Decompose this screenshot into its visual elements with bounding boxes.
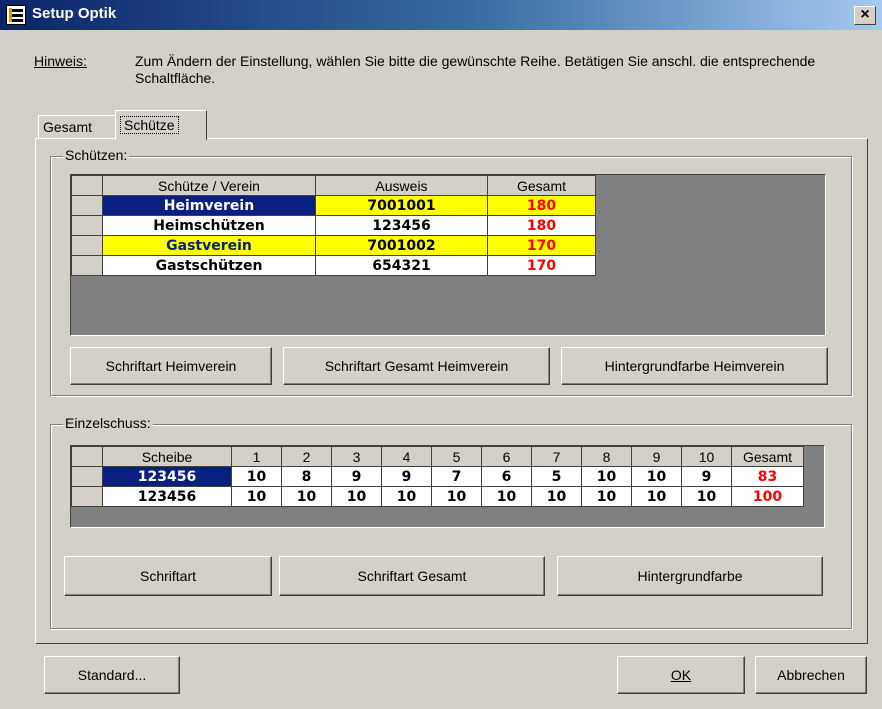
tab-panel: Schützen: Schütze / Verein Ausweis Gesam… <box>35 138 868 644</box>
cell-name[interactable]: Gastverein <box>102 235 316 256</box>
schuetzen-group: Schützen: Schütze / Verein Ausweis Gesam… <box>50 147 852 396</box>
table-row[interactable]: Heimverein 7001001 180 <box>71 195 596 216</box>
schuetzen-group-title: Schützen: <box>63 147 130 163</box>
cell-shot[interactable]: 10 <box>631 486 682 507</box>
close-button[interactable]: × <box>854 6 876 25</box>
column-header-6[interactable]: 6 <box>481 446 532 467</box>
column-header-10[interactable]: 10 <box>681 446 732 467</box>
window-title: Setup Optik <box>32 5 117 22</box>
column-header-3[interactable]: 3 <box>331 446 382 467</box>
cell-shot[interactable]: 10 <box>681 486 732 507</box>
tab-gesamt[interactable]: Gesamt <box>38 115 116 139</box>
schriftart-gesamt-button[interactable]: Schriftart Gesamt <box>279 556 545 596</box>
row-selector-header <box>71 446 103 467</box>
column-header-4[interactable]: 4 <box>381 446 432 467</box>
column-header-7[interactable]: 7 <box>531 446 582 467</box>
column-header-schuetze[interactable]: Schütze / Verein <box>102 175 316 196</box>
cell-name[interactable]: Gastschützen <box>102 255 316 276</box>
schuetzen-table: Schütze / Verein Ausweis Gesamt Heimvere… <box>71 175 596 276</box>
cell-shot[interactable]: 7 <box>431 466 482 487</box>
hint-text: Zum Ändern der Einstellung, wählen Sie b… <box>135 53 816 86</box>
cell-shot[interactable]: 10 <box>581 466 632 487</box>
column-header-9[interactable]: 9 <box>631 446 682 467</box>
column-header-8[interactable]: 8 <box>581 446 632 467</box>
cell-ausweis[interactable]: 123456 <box>315 215 488 236</box>
cell-scheibe[interactable]: 123456 <box>102 466 232 487</box>
setup-optik-dialog: Setup Optik × Hinweis: Zum Ändern der Ei… <box>0 0 882 709</box>
cell-ausweis[interactable]: 7001002 <box>315 235 488 256</box>
hint-label: Hinweis: <box>34 53 87 69</box>
cell-gesamt[interactable]: 170 <box>487 255 596 276</box>
einzelschuss-table: Scheibe 1 2 3 4 5 6 7 8 9 10 Gesamt 1234… <box>71 446 804 507</box>
tab-schuetze-label: Schütze <box>120 116 179 134</box>
cancel-label: Abbrechen <box>777 667 845 683</box>
cell-shot[interactable]: 10 <box>431 486 482 507</box>
table-row[interactable]: 123456 10 10 10 10 10 10 10 10 10 10 100 <box>71 486 804 507</box>
column-header-gesamt[interactable]: Gesamt <box>731 446 804 467</box>
cell-shot[interactable]: 10 <box>231 466 282 487</box>
cell-shot[interactable]: 9 <box>381 466 432 487</box>
row-selector[interactable] <box>71 486 103 507</box>
row-selector[interactable] <box>71 235 103 256</box>
tab-gesamt-label: Gesamt <box>43 119 93 135</box>
table-row[interactable]: 123456 10 8 9 9 7 6 5 10 10 9 83 <box>71 466 804 487</box>
cell-scheibe[interactable]: 123456 <box>102 486 232 507</box>
cancel-button[interactable]: Abbrechen <box>755 656 867 694</box>
row-selector[interactable] <box>71 255 103 276</box>
cell-gesamt[interactable]: 83 <box>731 466 804 487</box>
cell-shot[interactable]: 10 <box>331 486 382 507</box>
hintergrundfarbe-button[interactable]: Hintergrundfarbe <box>557 556 823 596</box>
cell-shot[interactable]: 9 <box>681 466 732 487</box>
tab-schuetze[interactable]: Schütze <box>115 110 207 140</box>
row-selector[interactable] <box>71 195 103 216</box>
cell-shot[interactable]: 10 <box>581 486 632 507</box>
cell-shot[interactable]: 8 <box>281 466 332 487</box>
cell-shot[interactable]: 10 <box>231 486 282 507</box>
cell-name[interactable]: Heimschützen <box>102 215 316 236</box>
cell-shot[interactable]: 10 <box>631 466 682 487</box>
cell-gesamt[interactable]: 170 <box>487 235 596 256</box>
hintergrundfarbe-heimverein-button[interactable]: Hintergrundfarbe Heimverein <box>561 347 828 385</box>
ok-button[interactable]: OK <box>617 656 745 694</box>
schriftart-heimverein-button[interactable]: Schriftart Heimverein <box>70 347 272 385</box>
einzelschuss-group-title: Einzelschuss: <box>63 415 153 431</box>
close-icon: × <box>860 6 870 23</box>
table-header-row: Schütze / Verein Ausweis Gesamt <box>71 175 596 196</box>
cell-name[interactable]: Heimverein <box>102 195 316 216</box>
cell-shot[interactable]: 10 <box>531 486 582 507</box>
standard-button[interactable]: Standard... <box>44 656 180 694</box>
column-header-ausweis[interactable]: Ausweis <box>315 175 488 196</box>
cell-shot[interactable]: 6 <box>481 466 532 487</box>
table-row[interactable]: Gastschützen 654321 170 <box>71 255 596 276</box>
cell-shot[interactable]: 9 <box>331 466 382 487</box>
row-selector[interactable] <box>71 466 103 487</box>
ok-label: OK <box>670 667 692 683</box>
column-header-gesamt[interactable]: Gesamt <box>487 175 596 196</box>
einzelschuss-group: Einzelschuss: Scheibe 1 2 3 4 5 6 7 8 9 <box>50 415 852 629</box>
cell-shot[interactable]: 10 <box>381 486 432 507</box>
cell-ausweis[interactable]: 654321 <box>315 255 488 276</box>
einzelschuss-grid[interactable]: Scheibe 1 2 3 4 5 6 7 8 9 10 Gesamt 1234… <box>70 445 825 528</box>
row-selector[interactable] <box>71 215 103 236</box>
column-header-2[interactable]: 2 <box>281 446 332 467</box>
cell-gesamt[interactable]: 100 <box>731 486 804 507</box>
table-header-row: Scheibe 1 2 3 4 5 6 7 8 9 10 Gesamt <box>71 446 804 467</box>
cell-ausweis[interactable]: 7001001 <box>315 195 488 216</box>
table-row[interactable]: Heimschützen 123456 180 <box>71 215 596 236</box>
column-header-1[interactable]: 1 <box>231 446 282 467</box>
app-icon <box>6 5 26 25</box>
schuetzen-grid[interactable]: Schütze / Verein Ausweis Gesamt Heimvere… <box>70 174 826 336</box>
row-selector-header <box>71 175 103 196</box>
title-bar[interactable]: Setup Optik × <box>0 0 882 30</box>
cell-gesamt[interactable]: 180 <box>487 215 596 236</box>
column-header-scheibe[interactable]: Scheibe <box>102 446 232 467</box>
table-row[interactable]: Gastverein 7001002 170 <box>71 235 596 256</box>
column-header-5[interactable]: 5 <box>431 446 482 467</box>
schriftart-gesamt-heimverein-button[interactable]: Schriftart Gesamt Heimverein <box>283 347 550 385</box>
cell-gesamt[interactable]: 180 <box>487 195 596 216</box>
cell-shot[interactable]: 10 <box>481 486 532 507</box>
schriftart-button[interactable]: Schriftart <box>64 556 272 596</box>
cell-shot[interactable]: 5 <box>531 466 582 487</box>
cell-shot[interactable]: 10 <box>281 486 332 507</box>
